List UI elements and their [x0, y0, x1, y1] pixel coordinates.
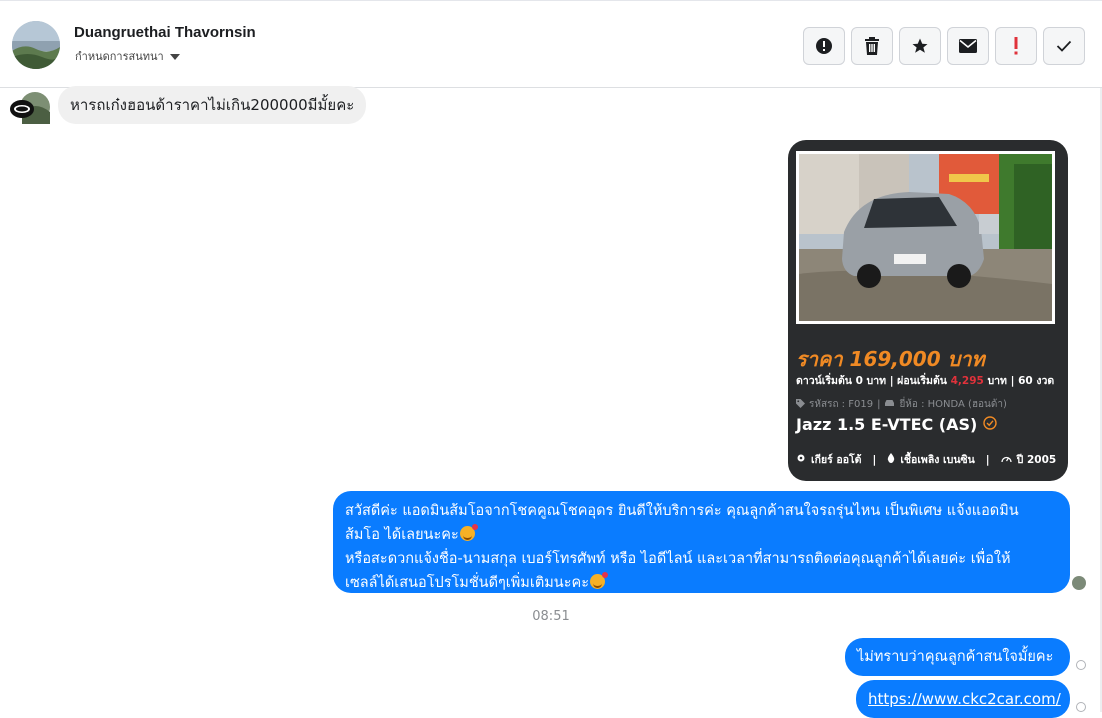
message-line: สวัสดีค่ะ แอดมินส้มโอจากโชคคูณโชคอุดร ยิ… — [345, 499, 1058, 523]
car-brand: ยี่ห้อ : HONDA (ฮอนด้า) — [899, 399, 1007, 410]
message-timestamp: 08:51 — [532, 609, 570, 624]
installment-amount: 4,295 — [950, 375, 984, 387]
contact-name[interactable]: Duangruethai Thavornsin — [74, 24, 256, 41]
envelope-icon — [959, 39, 977, 53]
spec-separator: | — [872, 453, 877, 466]
sender-avatar[interactable] — [10, 90, 50, 124]
car-model-text: Jazz 1.5 E-VTEC (AS) — [796, 415, 978, 434]
message-line: ส้มโอ ได้เลยนะคะ — [345, 523, 1058, 547]
fuel-type: เชื้อเพลิง เบนซิน — [900, 454, 975, 466]
checkmark-icon — [1056, 40, 1072, 52]
verified-check-icon — [983, 415, 998, 434]
mark-unread-button[interactable] — [947, 27, 989, 65]
delete-button[interactable] — [851, 27, 893, 65]
car-meta: รหัสรถ : F019 | ยี่ห้อ : HONDA (ฮอนด้า) — [796, 397, 1007, 412]
finance-terms: ดาวน์เริ่มต้น 0 บาท | ผ่อนเริ่มต้น 4,295… — [796, 372, 1054, 389]
car-icon — [884, 399, 895, 410]
car-model: Jazz 1.5 E-VTEC (AS) — [796, 415, 998, 434]
assign-conversation-dropdown[interactable]: กำหนดการสนทนา — [75, 47, 180, 65]
trash-icon — [864, 37, 880, 55]
gear-icon — [796, 453, 806, 466]
price: ราคา 169,000 บาท — [796, 347, 985, 371]
car-year: ปี 2005 — [1016, 454, 1057, 466]
alert-circle-icon — [815, 37, 833, 55]
terms-prefix: ดาวน์เริ่มต้น 0 บาท | ผ่อนเริ่มต้น — [796, 375, 951, 387]
message-text: หรือสะดวกแจ้งชื่อ-นามสกุล เบอร์โทรศัพท์ … — [345, 551, 1011, 567]
car-photo — [796, 151, 1055, 324]
assign-label: กำหนดการสนทนา — [75, 50, 164, 63]
tag-icon — [796, 398, 805, 411]
car-code: รหัสรถ : F019 — [809, 399, 874, 410]
smiling-face-hearts-emoji-icon — [459, 524, 478, 541]
star-button[interactable] — [899, 27, 941, 65]
sent-check-icon — [1076, 660, 1086, 670]
report-button[interactable] — [803, 27, 845, 65]
message-line: เซลล์ได้เสนอโปรโมชั่นดีๆเพิ่มเติมนะคะ — [345, 571, 1058, 595]
done-button[interactable] — [1043, 27, 1085, 65]
gear-type: เกียร์ ออโต้ — [811, 454, 862, 466]
contact-avatar[interactable] — [12, 21, 60, 69]
outgoing-message[interactable]: ไม่ทราบว่าคุณลูกค้าสนใจมั้ยคะ — [845, 638, 1070, 676]
star-icon — [911, 37, 929, 55]
website-link[interactable]: https://www.ckc2car.com/ — [868, 690, 1061, 708]
fuel-drop-icon — [887, 453, 895, 466]
message-line: หรือสะดวกแจ้งชื่อ-นามสกุล เบอร์โทรศัพท์ … — [345, 547, 1058, 571]
outgoing-message[interactable]: สวัสดีค่ะ แอดมินส้มโอจากโชคคูณโชคอุดร ยิ… — [333, 491, 1070, 593]
smiling-face-hearts-emoji-icon — [589, 572, 608, 589]
meta-separator: | — [877, 399, 881, 410]
message-text: ส้มโอ ได้เลยนะคะ — [345, 527, 459, 543]
speedometer-icon — [1000, 454, 1012, 466]
message-text: สวัสดีค่ะ แอดมินส้มโอจากโชคคูณโชคอุดร ยิ… — [345, 503, 1019, 519]
spam-button[interactable] — [995, 27, 1037, 65]
car-listing-card[interactable]: ราคา 169,000 บาท ดาวน์เริ่มต้น 0 บาท | ผ… — [788, 140, 1068, 481]
conversation-header: Duangruethai Thavornsin กำหนดการสนทนา — [0, 0, 1102, 88]
outgoing-link-message[interactable]: https://www.ckc2car.com/ — [856, 680, 1070, 718]
conversation-actions — [803, 27, 1085, 65]
seen-avatar — [1072, 576, 1086, 590]
terms-suffix: บาท | 60 งวด — [983, 375, 1055, 387]
exclamation-icon — [1013, 37, 1019, 55]
incoming-message[interactable]: หารถเก๋งฮอนด้าราคาไม่เกิน200000มีมั้ยคะ — [58, 86, 367, 124]
message-text: เซลล์ได้เสนอโปรโมชั่นดีๆเพิ่มเติมนะคะ — [345, 575, 589, 591]
sent-check-icon — [1076, 702, 1086, 712]
caret-down-icon — [169, 53, 180, 60]
car-specs: เกียร์ ออโต้ | เชื้อเพลิง เบนซิน | ปี 20… — [796, 451, 1056, 468]
spec-separator: | — [985, 453, 990, 466]
